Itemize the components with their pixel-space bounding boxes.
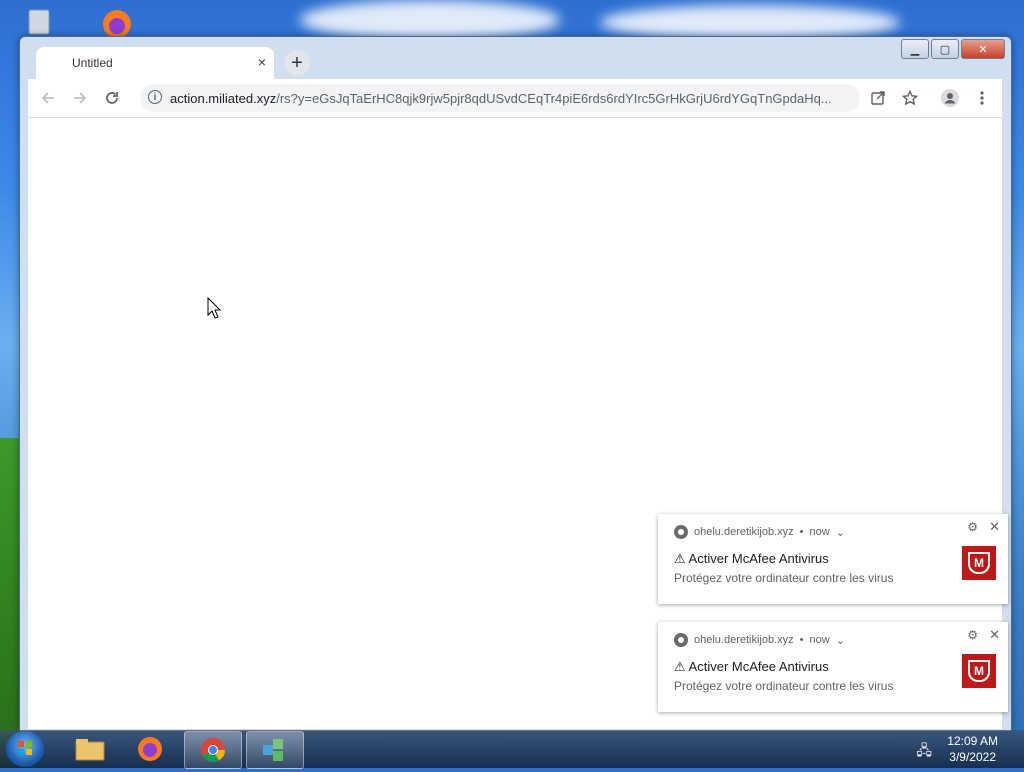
url-text[interactable]: action.miliated.xyz/rs?y=eGsJqTaErHC8qjk…: [170, 91, 830, 106]
file-explorer-taskbar-icon[interactable]: [62, 731, 118, 767]
chrome-icon: [674, 633, 688, 647]
url-host: action.miliated.xyz: [170, 91, 277, 106]
mcafee-logo-icon: M: [962, 654, 996, 688]
chevron-down-icon[interactable]: ⌄: [836, 526, 845, 539]
sky-cloud: [300, 0, 560, 40]
gear-icon[interactable]: ⚙: [967, 628, 978, 642]
app-taskbar-icon[interactable]: [246, 731, 304, 769]
close-icon[interactable]: ✕: [989, 627, 1000, 643]
url-path: /rs?y=eGsJqTaErHC8qjk9rjw5pjr8qdUSvdCEqT…: [276, 91, 830, 106]
clock-time: 12:09 AM: [947, 734, 998, 748]
notification-time: now: [809, 634, 830, 646]
reload-icon[interactable]: [100, 86, 124, 110]
tab-untitled[interactable]: Untitled ×: [36, 47, 274, 79]
notification-header: ohelu.deretikijob.xyz • now ⌄: [674, 525, 845, 539]
forward-icon[interactable]: [68, 86, 92, 110]
notification-card[interactable]: ohelu.deretikijob.xyz • now ⌄ ⚙ ✕ ⚠ Acti…: [658, 622, 1008, 712]
system-clock[interactable]: 12:09 AM 3/9/2022: [947, 733, 998, 765]
network-icon[interactable]: 🖧: [916, 740, 932, 764]
notification-card[interactable]: ohelu.deretikijob.xyz • now ⌄ ⚙ ✕ ⚠ Acti…: [658, 514, 1008, 604]
notification-time: now: [809, 526, 830, 538]
chrome-taskbar-icon[interactable]: [184, 731, 242, 769]
tab-close-icon[interactable]: ×: [258, 54, 266, 70]
start-button[interactable]: [6, 731, 44, 767]
share-icon[interactable]: [866, 86, 890, 110]
bookmark-star-icon[interactable]: [898, 86, 922, 110]
notification-body: Protégez votre ordinateur contre les vir…: [674, 679, 894, 693]
firefox-taskbar-icon[interactable]: [122, 731, 178, 767]
browser-toolbar: i action.miliated.xyz/rs?y=eGsJqTaErHC8q…: [28, 79, 1002, 118]
tab-title: Untitled: [72, 56, 113, 70]
mcafee-logo-icon: M: [962, 546, 996, 580]
notification-source: ohelu.deretikijob.xyz: [694, 526, 794, 538]
mouse-cursor-icon: [207, 296, 222, 324]
address-bar[interactable]: i action.miliated.xyz/rs?y=eGsJqTaErHC8q…: [140, 84, 860, 112]
chrome-icon: [674, 525, 688, 539]
chevron-down-icon[interactable]: ⌄: [836, 634, 845, 647]
kebab-menu-icon[interactable]: [970, 86, 994, 110]
notification-header: ohelu.deretikijob.xyz • now ⌄: [674, 633, 845, 647]
notification-body: Protégez votre ordinateur contre les vir…: [674, 571, 894, 585]
notification-source: ohelu.deretikijob.xyz: [694, 634, 794, 646]
clock-date: 3/9/2022: [949, 750, 996, 764]
sky-cloud: [600, 5, 900, 40]
tab-strip: Untitled × +: [28, 45, 998, 79]
profile-account-icon[interactable]: [938, 86, 962, 110]
notification-title: ⚠ Activer McAfee Antivirus: [674, 551, 829, 566]
close-icon[interactable]: ✕: [989, 519, 1000, 535]
gear-icon[interactable]: ⚙: [967, 520, 978, 534]
site-info-icon[interactable]: i: [148, 90, 162, 104]
back-icon[interactable]: [36, 86, 60, 110]
new-tab-button[interactable]: +: [284, 50, 310, 76]
recycle-bin-icon[interactable]: [22, 6, 56, 36]
taskbar: 🖧 12:09 AM 3/9/2022: [0, 730, 1024, 769]
firefox-desktop-icon[interactable]: [95, 6, 139, 38]
notification-title: ⚠ Activer McAfee Antivirus: [674, 659, 829, 674]
